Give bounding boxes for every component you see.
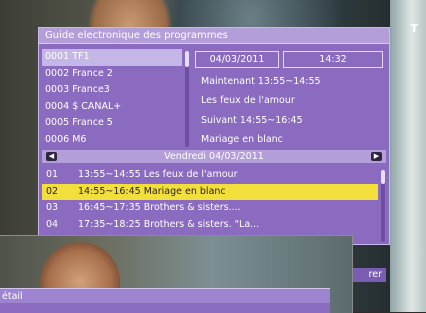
epg-panel: Guide electronique des programmes 0001 T… — [38, 27, 390, 245]
background-window — [390, 0, 426, 312]
channel-item[interactable]: 0003 France3 — [42, 82, 182, 99]
now-label: Maintenant 13:55~14:55 — [201, 76, 321, 87]
program-text: 17:35~18:25 Brothers & sisters. "La... — [78, 218, 260, 230]
program-row[interactable]: 01 13:55~14:55 Les feux de l'amour — [42, 167, 378, 184]
program-list: 01 13:55~14:55 Les feux de l'amour 02 14… — [42, 167, 378, 233]
scroll-thumb[interactable] — [185, 51, 189, 67]
channel-item[interactable]: 0004 $ CANAL+ — [42, 99, 182, 116]
epg-title: Guide electronique des programmes — [39, 28, 389, 44]
channel-scrollbar[interactable] — [185, 51, 189, 147]
day-navigation-bar: ◀ Vendredi 04/03/2011 ▶ — [42, 150, 386, 163]
date-display: 04/03/2011 — [195, 51, 279, 68]
program-row[interactable]: 03 16:45~17:35 Brothers & sisters.... — [42, 200, 378, 217]
program-info: 04/03/2011 14:32 Maintenant 13:55~14:55 … — [195, 49, 385, 147]
next-label: Suivant 14:55~16:45 — [201, 115, 303, 126]
program-number: 02 — [46, 185, 59, 197]
partial-button[interactable]: rer — [352, 268, 386, 282]
channel-list: 0001 TF1 0002 France 2 0003 France3 0004… — [42, 49, 182, 148]
prev-day-icon[interactable]: ◀ — [46, 152, 57, 161]
program-row[interactable]: 02 14:55~16:45 Mariage en blanc — [42, 183, 378, 200]
channel-item[interactable]: 0002 France 2 — [42, 66, 182, 83]
program-number: 03 — [46, 202, 59, 213]
day-label: Vendredi 04/03/2011 — [164, 151, 264, 162]
time-display: 14:32 — [283, 51, 383, 68]
scroll-thumb[interactable] — [381, 170, 385, 184]
program-text: 16:45~17:35 Brothers & sisters.... — [78, 202, 241, 213]
program-scrollbar[interactable] — [381, 170, 385, 242]
program-number: 04 — [46, 218, 59, 230]
next-title: Mariage en blanc — [201, 134, 283, 145]
now-title: Les feux de l'amour — [201, 95, 295, 106]
channel-item[interactable]: 0006 M6 — [42, 132, 182, 149]
channel-logo: T — [410, 22, 418, 35]
channel-item[interactable]: 0005 France 5 — [42, 115, 182, 132]
next-day-icon[interactable]: ▶ — [371, 152, 382, 161]
inset-screenshot: étail — [0, 235, 353, 313]
program-text: 14:55~16:45 Mariage en blanc — [78, 185, 226, 197]
program-row[interactable]: 04 17:35~18:25 Brothers & sisters. "La..… — [42, 217, 378, 234]
program-text: 13:55~14:55 Les feux de l'amour — [78, 169, 238, 180]
channel-item[interactable]: 0001 TF1 — [42, 49, 182, 66]
program-number: 01 — [46, 169, 59, 180]
detail-panel-title: étail — [0, 288, 330, 303]
